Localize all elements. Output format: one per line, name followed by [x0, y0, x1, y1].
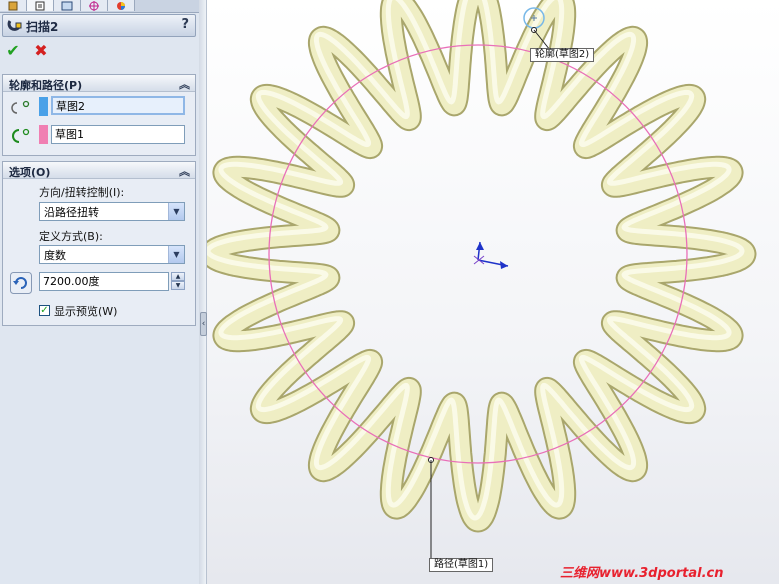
property-manager-icon	[35, 1, 45, 10]
graphics-viewport[interactable]: 轮廓(草图2) 路径(草图1) 三维网www.3dportal.cn	[199, 0, 779, 584]
sweep-icon	[7, 20, 22, 31]
collapse-chevron-icon[interactable]: ︽	[179, 163, 190, 179]
collapse-panel-handle[interactable]: ‹	[200, 312, 207, 336]
help-button[interactable]: ?	[181, 17, 189, 32]
ok-cancel-bar: ✔ ✖	[3, 40, 51, 62]
orientation-value: 沿路径扭转	[44, 206, 99, 219]
options-title: 选项(O)	[9, 166, 51, 179]
display-manager-tab[interactable]	[108, 0, 135, 11]
path-callout: 路径(草图1)	[429, 558, 494, 572]
spin-up-icon[interactable]: ▲	[171, 272, 185, 281]
helical-sweep-body	[199, 0, 757, 533]
coil-highlight	[205, 0, 745, 521]
profile-callout: 轮廓(草图2)	[530, 48, 595, 62]
dimxpert-tab[interactable]	[81, 0, 108, 11]
profile-path-group: 轮廓和路径(P) ︽ 草图2 草图1	[2, 74, 196, 156]
path-selection-field[interactable]: 草图1	[51, 125, 185, 144]
degrees-input[interactable]: 7200.00度	[39, 272, 169, 291]
profile-selection-field[interactable]: 草图2	[51, 96, 185, 115]
profile-path-header[interactable]: 轮廓和路径(P) ︽	[3, 75, 195, 92]
show-preview-checkbox[interactable]: ✓	[39, 305, 50, 316]
define-by-label: 定义方式(B):	[39, 230, 103, 243]
watermark: 三维网www.3dportal.cn	[560, 566, 724, 581]
configuration-manager-tab[interactable]	[54, 0, 81, 11]
feature-manager-tab[interactable]	[0, 0, 27, 11]
degrees-spinner[interactable]: ▲ ▼	[171, 272, 185, 291]
feature-title: 扫描2	[26, 20, 59, 34]
coordinate-triad-icon	[473, 241, 509, 269]
chevron-down-icon[interactable]: ▼	[168, 203, 184, 220]
show-preview-label: 显示预览(W)	[54, 305, 118, 318]
feature-title-bar: 扫描2 ?	[2, 14, 196, 37]
profile-color-swatch	[39, 97, 48, 116]
profile-selector-icon	[11, 100, 30, 114]
property-manager-panel: 扫描2 ? ✔ ✖ 轮廓和路径(P) ︽ 草图2 草图1 选项(O) ︽ 方向/…	[0, 0, 200, 584]
options-group: 选项(O) ︽ 方向/扭转控制(I): 沿路径扭转 ▼ 定义方式(B): 度数 …	[2, 161, 196, 326]
define-by-value: 度数	[44, 249, 66, 262]
manager-tabs	[0, 0, 199, 13]
options-header[interactable]: 选项(O) ︽	[3, 162, 195, 179]
property-manager-tab[interactable]	[27, 0, 54, 11]
define-by-dropdown[interactable]: 度数 ▼	[39, 245, 185, 264]
reverse-direction-icon[interactable]	[10, 272, 32, 294]
path-color-swatch	[39, 125, 48, 144]
profile-path-title: 轮廓和路径(P)	[9, 79, 83, 92]
model-view	[199, 0, 757, 561]
collapse-chevron-icon[interactable]: ︽	[179, 76, 190, 92]
configuration-manager-icon	[61, 1, 73, 10]
dimxpert-icon	[89, 0, 99, 11]
cancel-button[interactable]: ✖	[31, 41, 51, 61]
chevron-down-icon[interactable]: ▼	[168, 246, 184, 263]
panel-splitter[interactable]: ‹	[199, 0, 207, 584]
orientation-label: 方向/扭转控制(I):	[39, 186, 125, 199]
path-selector-icon	[12, 128, 30, 143]
feature-manager-icon	[8, 1, 18, 10]
display-manager-icon	[117, 1, 125, 10]
ok-button[interactable]: ✔	[3, 41, 23, 61]
orientation-dropdown[interactable]: 沿路径扭转 ▼	[39, 202, 185, 221]
spin-down-icon[interactable]: ▼	[171, 281, 185, 290]
